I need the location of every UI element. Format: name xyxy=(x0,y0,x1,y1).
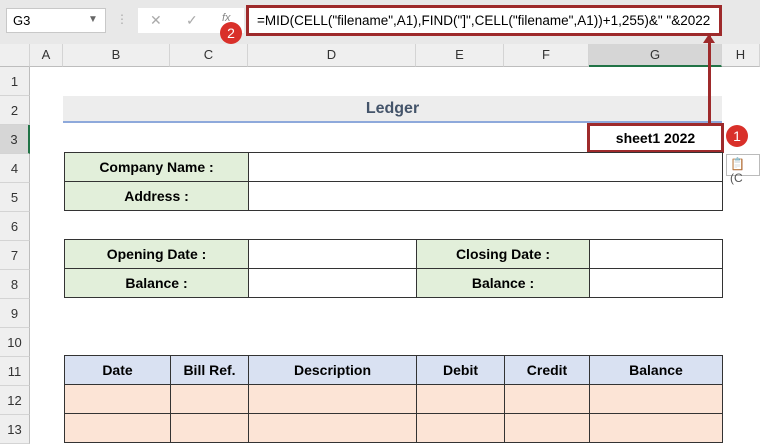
header-bill-ref: Bill Ref. xyxy=(170,355,249,385)
header-date: Date xyxy=(64,355,171,385)
table-cell[interactable] xyxy=(248,413,417,443)
closing-balance-cell[interactable] xyxy=(589,268,723,298)
paste-options-button[interactable]: 📋(C xyxy=(726,154,760,185)
row-header[interactable]: 4 xyxy=(0,154,30,183)
opening-date-cell[interactable] xyxy=(248,239,417,269)
arrow-head-icon xyxy=(703,34,715,43)
table-cell[interactable] xyxy=(248,384,417,414)
row-header[interactable]: 11 xyxy=(0,357,30,386)
company-name-cell[interactable] xyxy=(248,152,723,182)
chevron-down-icon[interactable]: ▼ xyxy=(88,8,98,25)
column-header-f[interactable]: F xyxy=(504,44,589,67)
table-cell[interactable] xyxy=(64,384,171,414)
table-cell[interactable] xyxy=(504,384,590,414)
column-header-e[interactable]: E xyxy=(416,44,504,67)
row-header[interactable]: 2 xyxy=(0,96,30,125)
annotation-badge-2: 2 xyxy=(220,22,242,44)
header-description: Description xyxy=(248,355,417,385)
row-header[interactable]: 1 xyxy=(0,67,30,96)
column-header-c[interactable]: C xyxy=(170,44,248,67)
column-header-d[interactable]: D xyxy=(248,44,416,67)
formula-input[interactable]: =MID(CELL("filename",A1),FIND("]",CELL("… xyxy=(246,5,722,36)
table-cell[interactable] xyxy=(589,413,723,443)
row-header[interactable]: 6 xyxy=(0,212,30,241)
table-cell[interactable] xyxy=(170,413,249,443)
grip-icon: ⋮ xyxy=(116,12,128,26)
row-header[interactable]: 8 xyxy=(0,270,30,299)
address-label: Address : xyxy=(64,181,249,211)
table-cell[interactable] xyxy=(64,413,171,443)
arrow-line xyxy=(708,36,711,124)
column-header-a[interactable]: A xyxy=(30,44,63,67)
closing-date-label: Closing Date : xyxy=(416,239,590,269)
select-all-button[interactable] xyxy=(0,44,30,67)
row-header[interactable]: 3 xyxy=(0,125,30,154)
cell-g3[interactable]: sheet1 2022 xyxy=(587,123,724,153)
table-cell[interactable] xyxy=(504,413,590,443)
header-balance: Balance xyxy=(589,355,723,385)
ledger-title: Ledger xyxy=(63,96,722,123)
row-header[interactable]: 9 xyxy=(0,299,30,328)
column-header-g[interactable]: G xyxy=(589,44,722,67)
enter-icon[interactable]: ✓ xyxy=(186,12,198,29)
clipboard-icon: 📋 xyxy=(730,157,745,171)
opening-date-label: Opening Date : xyxy=(64,239,249,269)
header-credit: Credit xyxy=(504,355,590,385)
table-cell[interactable] xyxy=(416,413,505,443)
table-cell[interactable] xyxy=(589,384,723,414)
address-cell[interactable] xyxy=(248,181,723,211)
closing-date-cell[interactable] xyxy=(589,239,723,269)
company-name-label: Company Name : xyxy=(64,152,249,182)
opening-balance-label: Balance : xyxy=(64,268,249,298)
row-header[interactable]: 7 xyxy=(0,241,30,270)
paste-hint: (C xyxy=(730,171,743,185)
row-header[interactable]: 10 xyxy=(0,328,30,357)
row-header[interactable]: 12 xyxy=(0,386,30,415)
table-cell[interactable] xyxy=(170,384,249,414)
opening-balance-cell[interactable] xyxy=(248,268,417,298)
column-header-b[interactable]: B xyxy=(63,44,170,67)
header-debit: Debit xyxy=(416,355,505,385)
cancel-icon[interactable]: ✕ xyxy=(150,12,162,29)
annotation-badge-1: 1 xyxy=(726,125,748,147)
row-header[interactable]: 5 xyxy=(0,183,30,212)
closing-balance-label: Balance : xyxy=(416,268,590,298)
column-header-h[interactable]: H xyxy=(722,44,760,67)
row-header[interactable]: 13 xyxy=(0,415,30,444)
table-cell[interactable] xyxy=(416,384,505,414)
